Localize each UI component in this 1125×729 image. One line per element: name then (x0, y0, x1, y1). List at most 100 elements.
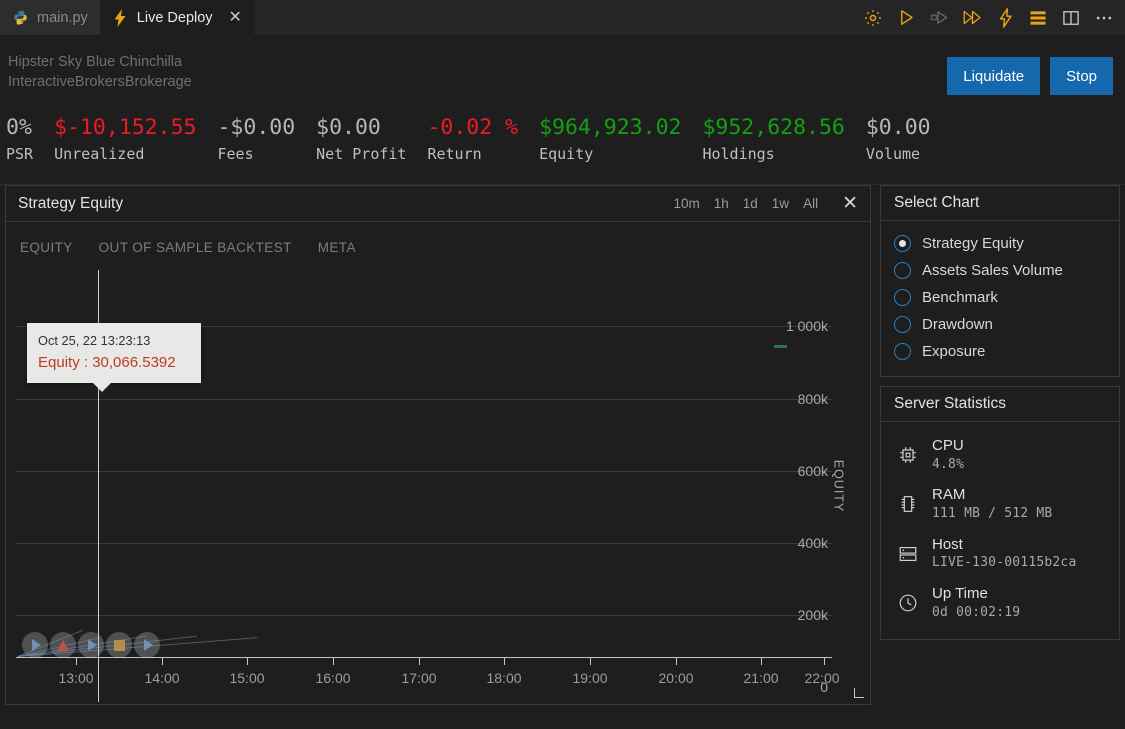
stat-net-profit: $0.00 Net Profit (316, 114, 419, 163)
chart-option-strategy-equity[interactable]: Strategy Equity (894, 230, 1106, 257)
stat-label: Volume (865, 144, 921, 163)
chart-option-exposure[interactable]: Exposure (894, 338, 1106, 365)
gridline-400k (16, 543, 832, 544)
stat-label: Equity (539, 144, 594, 163)
gridline-600k (16, 471, 832, 472)
chart-option-drawdown[interactable]: Drawdown (894, 311, 1106, 338)
option-label: Drawdown (922, 316, 993, 333)
radio-icon[interactable] (894, 316, 911, 333)
range-1d[interactable]: 1d (743, 196, 758, 211)
xtick-label: 19:00 (572, 670, 608, 686)
tab-main-py[interactable]: main.py (0, 0, 100, 35)
radio-icon[interactable] (894, 235, 911, 252)
select-chart-options: Strategy Equity Assets Sales Volume Benc… (881, 221, 1119, 376)
chart-option-assets-sales-volume[interactable]: Assets Sales Volume (894, 257, 1106, 284)
stat-value: $0.00 (316, 115, 381, 140)
xtick-label: 15:00 (229, 670, 265, 686)
select-chart-card: Select Chart Strategy Equity Assets Sale… (880, 185, 1120, 377)
lightning-icon[interactable] (994, 7, 1016, 29)
server-stat-label: RAM (932, 486, 966, 504)
server-stat-host: Host LIVE-130-00115b2ca (894, 530, 1106, 579)
stat-holdings: $952,628.56 Holdings (702, 114, 857, 163)
stat-return: -0.02 % Return (427, 114, 531, 163)
panel-resize-handle[interactable] (854, 688, 864, 698)
main-content: Strategy Equity 10m 1h 1d 1w All ✕ EQUIT… (0, 185, 1125, 705)
close-icon[interactable]: ✕ (842, 194, 858, 213)
split-panel-icon[interactable] (1060, 7, 1082, 29)
radio-icon[interactable] (894, 262, 911, 279)
range-1w[interactable]: 1w (772, 196, 789, 211)
play-marker-icon[interactable] (78, 632, 104, 658)
stat-label: Return (427, 144, 482, 163)
tab-bar-spacer (253, 0, 856, 35)
header-actions: Liquidate Stop (947, 43, 1113, 95)
gridline-800k (16, 399, 832, 400)
range-all[interactable]: All (803, 196, 818, 211)
list-lines-icon[interactable] (1027, 7, 1049, 29)
radio-icon[interactable] (894, 343, 911, 360)
chart-option-benchmark[interactable]: Benchmark (894, 284, 1106, 311)
chart-series-tabs: EQUITY OUT OF SAMPLE BACKTEST META (6, 222, 870, 270)
select-chart-title: Select Chart (894, 194, 980, 211)
ytick-label: 800k (797, 391, 828, 407)
tooltip-value: Equity : 30,066.5392 (38, 353, 176, 371)
server-stat-uptime: Up Time 0d 00:02:19 (894, 579, 1106, 628)
liquidate-button[interactable]: Liquidate (947, 57, 1041, 95)
option-label: Strategy Equity (922, 235, 1024, 252)
ytick-label: 600k (797, 463, 828, 479)
clock-icon (896, 591, 920, 615)
xtick-label: 14:00 (144, 670, 180, 686)
stop-button[interactable]: Stop (1050, 57, 1113, 95)
server-stat-text: Up Time 0d 00:02:19 (932, 585, 1020, 621)
radio-icon[interactable] (894, 289, 911, 306)
x-axis: 13:00 14:00 15:00 16:00 17:00 18:00 19:0… (16, 657, 840, 686)
stat-value: 0% (6, 115, 32, 140)
server-statistics-rows: CPU 4.8% RAM 111 MB / 512 MB Host LIVE-1… (881, 422, 1119, 639)
server-stat-value: 111 MB / 512 MB (932, 506, 1053, 522)
stat-value: $964,923.02 (539, 115, 682, 140)
fast-forward-icon[interactable] (961, 7, 983, 29)
tab-meta[interactable]: META (318, 240, 356, 270)
project-info: Hipster Sky Blue Chinchilla InteractiveB… (8, 43, 192, 92)
stop-marker-icon[interactable] (106, 632, 132, 658)
stat-value: -$0.00 (217, 115, 296, 140)
stat-value: $-10,152.55 (54, 115, 197, 140)
project-name: Hipster Sky Blue Chinchilla (8, 54, 183, 70)
warning-marker-icon[interactable] (50, 632, 76, 658)
xtick-label: 21:00 (743, 670, 779, 686)
stat-label: Fees (217, 144, 254, 163)
ytick-label: 400k (797, 535, 828, 551)
server-stat-label: Up Time (932, 584, 988, 602)
cpu-icon (896, 443, 920, 467)
gridline-200k (16, 615, 832, 616)
stat-value: -0.02 % (427, 115, 519, 140)
range-10m[interactable]: 10m (673, 196, 699, 211)
option-label: Assets Sales Volume (922, 262, 1063, 279)
chart-plot-area[interactable]: 1 000k 800k 600k 400k 200k 0 EQUITY Oct … (6, 270, 870, 702)
ytick-label: 1 000k (785, 318, 828, 334)
chart-title: Strategy Equity (18, 194, 124, 212)
server-stat-label: Host (932, 535, 963, 553)
tab-equity[interactable]: EQUITY (20, 240, 73, 270)
more-ellipsis-icon[interactable] (1093, 7, 1115, 29)
close-icon[interactable]: ✕ (229, 9, 242, 26)
chart-tooltip: Oct 25, 22 13:23:13 Equity : 30,066.5392 (27, 323, 201, 393)
brokerage-name: InteractiveBrokersBrokerage (8, 74, 192, 90)
debug-play-icon (928, 7, 950, 29)
server-icon (896, 542, 920, 566)
play-marker-icon[interactable] (22, 632, 48, 658)
range-1h[interactable]: 1h (714, 196, 729, 211)
gear-icon[interactable] (862, 7, 884, 29)
stat-fees: -$0.00 Fees (217, 114, 308, 163)
chart-header: Strategy Equity 10m 1h 1d 1w All ✕ (6, 186, 870, 222)
tab-live-deploy[interactable]: Live Deploy ✕ (99, 0, 254, 35)
window-footer (0, 705, 1125, 721)
play-icon[interactable] (895, 7, 917, 29)
play-marker-icon[interactable] (134, 632, 160, 658)
tab-out-of-sample-backtest[interactable]: OUT OF SAMPLE BACKTEST (99, 240, 292, 270)
tooltip-timestamp: Oct 25, 22 13:23:13 (38, 333, 151, 348)
server-stat-label: CPU (932, 437, 964, 454)
server-statistics-header: Server Statistics (881, 387, 1119, 422)
chart-range-selector: 10m 1h 1d 1w All ✕ (673, 194, 858, 213)
live-deploy-window: main.py Live Deploy ✕ Hipster Sky Blue C… (0, 0, 1125, 729)
